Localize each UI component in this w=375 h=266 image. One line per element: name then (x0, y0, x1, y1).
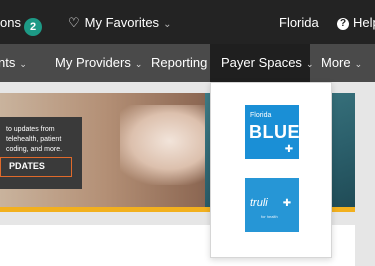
main-nav: nts ⌄ My Providers ⌄ Reporting Payer Space… (0, 44, 375, 82)
nav-item-events[interactable]: nts ⌄ (0, 44, 27, 82)
app-window: ons 2 ♡My Favorites⌄ Florida ?Help nts⌄ … (0, 0, 375, 266)
my-favorites-menu[interactable]: ♡ My Favorites ⌄ (68, 15, 171, 31)
chevron-down-icon: ⌄ (163, 19, 172, 30)
notifications-count-badge: 2 (24, 18, 42, 36)
florida-blue-name: BLUE (249, 122, 300, 142)
nav-item-label: More (321, 55, 351, 70)
truli-logo[interactable]: truli for health ✚ (245, 178, 299, 232)
truli-name: truli (250, 197, 268, 209)
payer-spaces-dropdown: Florida BLUE ✚ truli for health ✚ (210, 82, 332, 258)
chevron-down-icon: ⌄ (19, 59, 27, 69)
nav-item-more[interactable]: More ⌄ (321, 44, 362, 82)
utility-bar: ons 2 ♡ My Favorites⌄ Florida ? Help (0, 0, 375, 44)
chevron-down-icon: ⌄ (134, 59, 143, 69)
heart-icon: ♡ (68, 15, 80, 30)
updates-button[interactable]: PDATES (0, 157, 72, 177)
help-icon: ? (337, 18, 349, 30)
nav-item-label: Reporting (151, 55, 208, 70)
chevron-down-icon: ⌄ (354, 59, 363, 69)
blue-cross-shield-icon: ✚ (284, 144, 294, 155)
blue-cross-shield-icon: ✚ (282, 198, 292, 209)
state-selector[interactable]: Florida (279, 15, 319, 30)
nav-item-reporting[interactable]: Reporting (151, 44, 207, 82)
help-label: Help (353, 15, 375, 30)
florida-blue-logo[interactable]: Florida BLUE ✚ (245, 105, 300, 159)
chevron-down-icon: ⌄ (305, 59, 314, 69)
help-link[interactable]: ? Help (337, 15, 375, 30)
nav-item-label: Payer Spaces (221, 55, 302, 70)
promo-card: to updates from telehealth, patient codi… (0, 117, 82, 189)
florida-blue-top-line: Florida (250, 112, 272, 119)
nav-item-my-providers[interactable]: My Providers ⌄ (55, 44, 142, 82)
nav-item-payer-spaces[interactable]: Payer Spaces ⌄ (210, 44, 313, 82)
truli-tagline: for health (261, 214, 278, 219)
promo-text: to updates from telehealth, patient codi… (6, 126, 63, 153)
nav-item-label: nts (0, 55, 16, 70)
my-favorites-label: My Favorites (84, 15, 160, 30)
nav-item-label: My Providers (55, 55, 131, 70)
notifications-link[interactable]: ons (0, 15, 21, 30)
